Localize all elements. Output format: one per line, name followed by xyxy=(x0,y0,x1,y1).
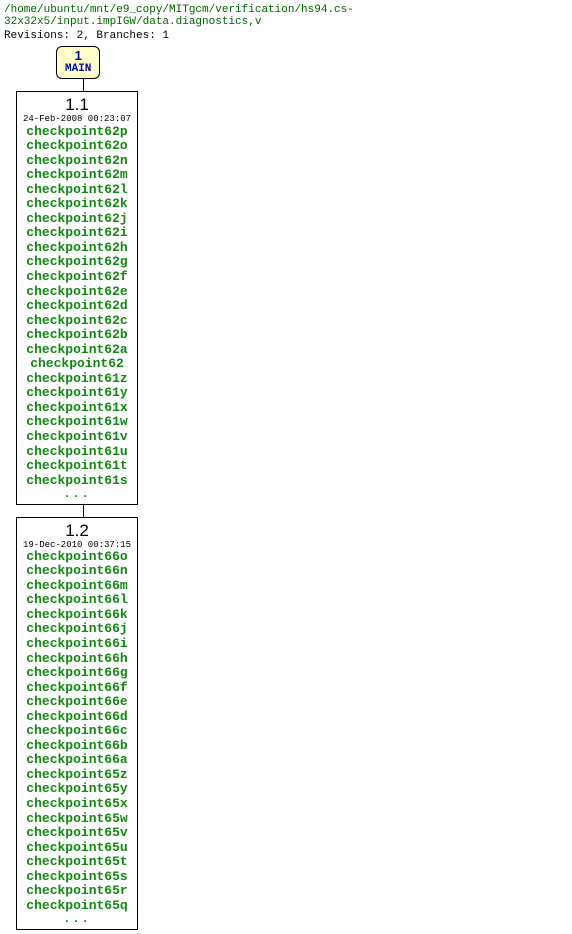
revision-tag: checkpoint62d xyxy=(23,299,131,314)
branch-node-main[interactable]: 1 MAIN xyxy=(56,46,100,79)
revision-tag: checkpoint65u xyxy=(23,841,131,856)
graph-edge xyxy=(83,505,84,517)
revision-tag: checkpoint66i xyxy=(23,637,131,652)
ellipsis-icon: ... xyxy=(23,913,131,926)
revision-tag: checkpoint65s xyxy=(23,870,131,885)
revision-tag: checkpoint66h xyxy=(23,652,131,667)
revision-timestamp: 24-Feb-2008 00:23:07 xyxy=(23,114,131,124)
revision-tag: checkpoint66g xyxy=(23,666,131,681)
revision-graph: 1 MAIN 1.1 24-Feb-2008 00:23:07 checkpoi… xyxy=(4,46,572,930)
revision-tag: checkpoint62e xyxy=(23,285,131,300)
revision-tag: checkpoint65t xyxy=(23,855,131,870)
revision-tag: checkpoint62k xyxy=(23,197,131,212)
revision-version: 1.2 xyxy=(23,521,131,540)
revision-tag: checkpoint66a xyxy=(23,753,131,768)
revision-tag: checkpoint65v xyxy=(23,826,131,841)
revision-tag: checkpoint61t xyxy=(23,459,131,474)
revision-tag: checkpoint62a xyxy=(23,343,131,358)
revision-tag: checkpoint66j xyxy=(23,622,131,637)
revision-tag: checkpoint65r xyxy=(23,884,131,899)
revision-tags: checkpoint62pcheckpoint62ocheckpoint62nc… xyxy=(23,125,131,489)
revision-tag: checkpoint61v xyxy=(23,430,131,445)
revision-tag: checkpoint62i xyxy=(23,226,131,241)
revision-node[interactable]: 1.1 24-Feb-2008 00:23:07 checkpoint62pch… xyxy=(16,91,138,504)
revision-tag: checkpoint61y xyxy=(23,386,131,401)
revision-tag: checkpoint62g xyxy=(23,255,131,270)
branch-number: 1 xyxy=(65,49,91,63)
revision-tag: checkpoint62n xyxy=(23,154,131,169)
revision-tag: checkpoint61s xyxy=(23,474,131,489)
revision-tag: checkpoint61u xyxy=(23,445,131,460)
revision-tag: checkpoint61w xyxy=(23,415,131,430)
revision-tag: checkpoint61x xyxy=(23,401,131,416)
revision-tag: checkpoint66m xyxy=(23,579,131,594)
revision-tag: checkpoint66l xyxy=(23,593,131,608)
branch-name: MAIN xyxy=(65,63,91,75)
revision-stats: Revisions: 2, Branches: 1 xyxy=(4,30,572,42)
revision-tag: checkpoint65x xyxy=(23,797,131,812)
revision-tag: checkpoint65w xyxy=(23,812,131,827)
revision-tag: checkpoint62m xyxy=(23,168,131,183)
revision-tag: checkpoint62b xyxy=(23,328,131,343)
revision-tag: checkpoint65y xyxy=(23,782,131,797)
ellipsis-icon: ... xyxy=(23,488,131,501)
revision-tag: checkpoint66k xyxy=(23,608,131,623)
graph-edge xyxy=(83,79,84,91)
revision-tag: checkpoint65q xyxy=(23,899,131,914)
revision-tag: checkpoint65z xyxy=(23,768,131,783)
file-path: /home/ubuntu/mnt/e9_copy/MITgcm/verifica… xyxy=(4,4,572,28)
revision-tag: checkpoint62f xyxy=(23,270,131,285)
revision-tag: checkpoint62l xyxy=(23,183,131,198)
revision-tag: checkpoint62p xyxy=(23,125,131,140)
revision-tag: checkpoint66d xyxy=(23,710,131,725)
revision-tag: checkpoint61z xyxy=(23,372,131,387)
revision-tags: checkpoint66ocheckpoint66ncheckpoint66mc… xyxy=(23,550,131,914)
revision-version: 1.1 xyxy=(23,95,131,114)
revision-tag: checkpoint66f xyxy=(23,681,131,696)
revision-tag: checkpoint62j xyxy=(23,212,131,227)
revision-tag: checkpoint62c xyxy=(23,314,131,329)
revision-node[interactable]: 1.2 19-Dec-2010 00:37:15 checkpoint66och… xyxy=(16,517,138,930)
revision-tag: checkpoint66c xyxy=(23,724,131,739)
revision-tag: checkpoint66e xyxy=(23,695,131,710)
revision-tag: checkpoint66b xyxy=(23,739,131,754)
revision-tag: checkpoint62 xyxy=(23,357,131,372)
revision-tag: checkpoint62h xyxy=(23,241,131,256)
revision-tag: checkpoint66n xyxy=(23,564,131,579)
revision-tag: checkpoint62o xyxy=(23,139,131,154)
revision-tag: checkpoint66o xyxy=(23,550,131,565)
